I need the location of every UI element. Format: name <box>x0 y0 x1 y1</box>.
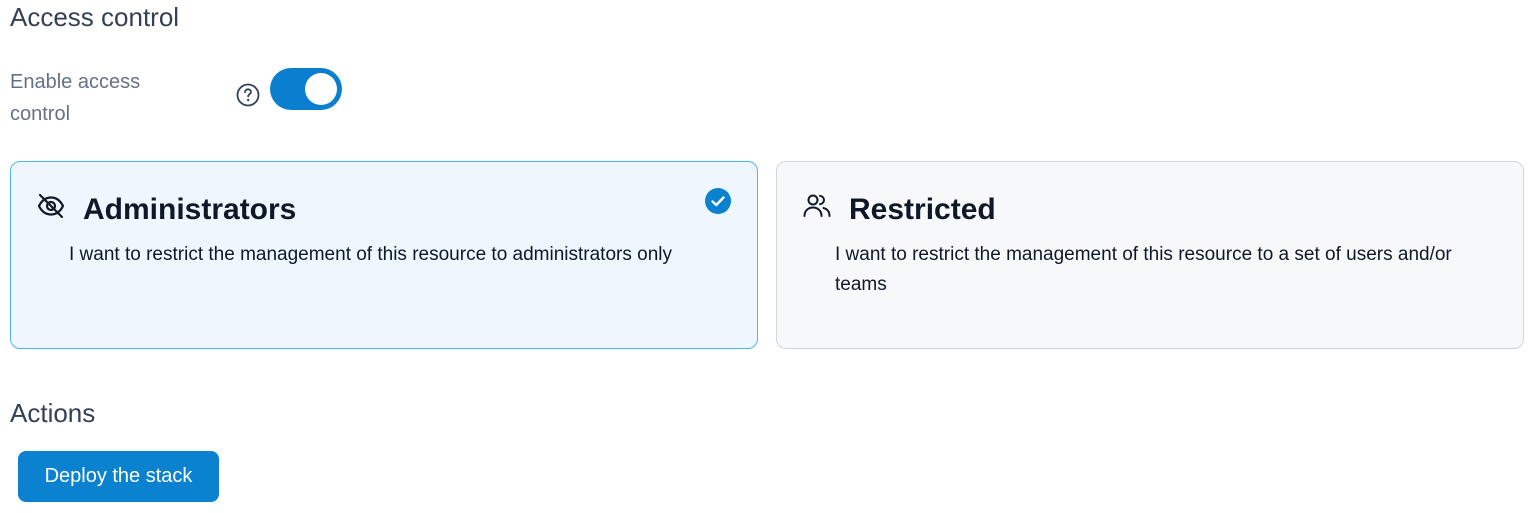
actions-heading: Actions <box>10 398 96 428</box>
administrators-description: I want to restrict the management of thi… <box>69 244 672 265</box>
access-control-switch[interactable] <box>270 68 342 110</box>
enable-access-control-label: Enable access control <box>10 71 141 125</box>
question-circle-icon[interactable] <box>235 82 261 108</box>
access-control-heading: Access control <box>10 2 180 32</box>
selected-check-icon <box>705 188 731 214</box>
restricted-option-card[interactable]: Restricted I want to restrict the manage… <box>776 161 1524 349</box>
eye-off-icon <box>37 193 65 219</box>
deploy-stack-button[interactable]: Deploy the stack <box>18 451 219 502</box>
switch-knob <box>305 73 337 105</box>
restricted-description: I want to restrict the management of thi… <box>835 244 1452 295</box>
administrators-option-card[interactable]: Administrators I want to restrict the ma… <box>10 161 758 349</box>
restricted-title: Restricted <box>849 193 996 226</box>
page: Access control Enable access control Adm… <box>0 0 1536 513</box>
access-control-toggle-row: Enable access control <box>10 66 350 126</box>
users-icon <box>803 194 831 217</box>
administrators-title: Administrators <box>83 193 297 226</box>
